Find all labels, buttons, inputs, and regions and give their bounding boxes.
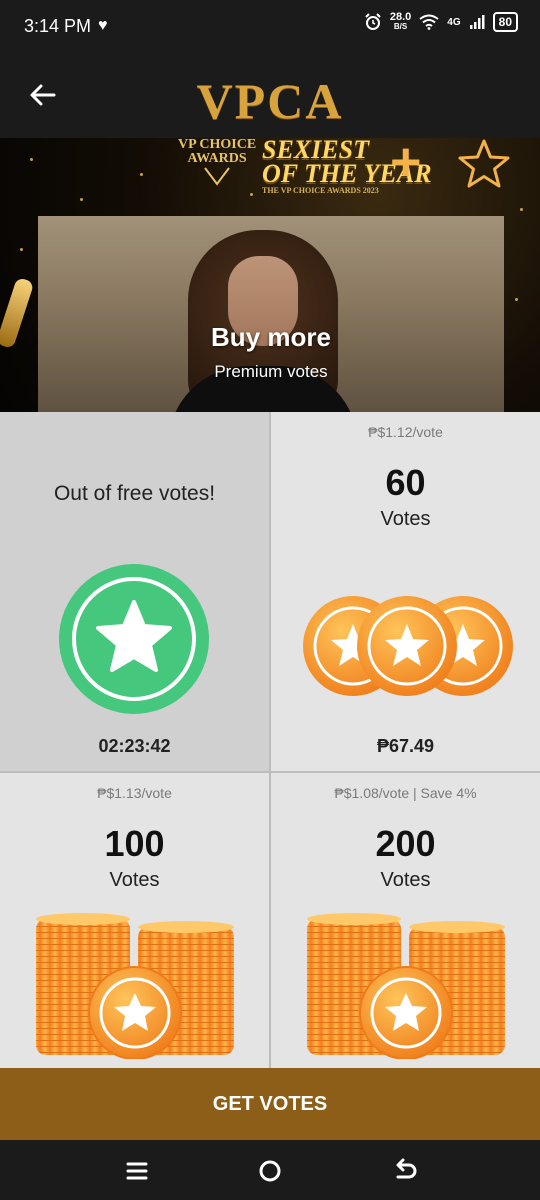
wifi-icon bbox=[419, 14, 439, 30]
free-vote-timer: 02:23:42 bbox=[98, 736, 171, 756]
vote-options-grid: Out of free votes! 02:23:42 ₱$1.12/vote … bbox=[0, 412, 540, 1068]
app-bar: VPCA bbox=[0, 56, 540, 138]
votes-label: Votes bbox=[380, 508, 431, 530]
status-icons: 28.0 B/S 4G 80 bbox=[364, 12, 518, 32]
photo-overlay bbox=[38, 216, 504, 412]
network-speed-unit: B/S bbox=[393, 22, 408, 31]
sparkle bbox=[250, 193, 253, 196]
pack-60-votes[interactable]: ₱$1.12/vote 60 Votes ₱67.49 bbox=[271, 412, 540, 771]
free-vote-star-icon bbox=[59, 564, 209, 714]
pack-100-votes[interactable]: ₱$1.13/vote 100 Votes bbox=[0, 773, 269, 1068]
vote-count: 200 bbox=[375, 823, 436, 864]
network-speed-value: 28.0 bbox=[389, 11, 412, 23]
votes-label: Votes bbox=[109, 869, 160, 891]
buy-more-title: Buy more bbox=[211, 322, 331, 352]
signal-icon bbox=[469, 15, 485, 29]
recent-apps-icon[interactable] bbox=[122, 1156, 152, 1186]
confetti-ribbon bbox=[0, 276, 35, 350]
alarm-icon bbox=[365, 13, 381, 30]
plus-icon: + bbox=[390, 138, 422, 192]
heart-icon: ♥ bbox=[98, 17, 108, 34]
system-nav-bar bbox=[0, 1140, 540, 1200]
coin-stack-icon bbox=[307, 913, 505, 1059]
battery-indicator: 80 bbox=[492, 12, 518, 32]
sparkle bbox=[520, 208, 523, 211]
vote-count: 100 bbox=[104, 823, 165, 864]
sparkle bbox=[140, 173, 143, 176]
out-of-free-votes-label: Out of free votes! bbox=[53, 482, 216, 505]
coin-stack-icon bbox=[36, 913, 234, 1059]
star-outline-icon bbox=[458, 139, 510, 188]
promo-banner: VP CHOICE AWARDS SEXIEST OF THE YEAR THE… bbox=[0, 138, 540, 412]
app-title: VPCA bbox=[196, 73, 344, 129]
network-speed: 28.0 B/S bbox=[390, 12, 411, 32]
award-logo: VP CHOICE AWARDS bbox=[178, 138, 256, 190]
status-bar: 3:14 PM ♥ 28.0 B/S 4G 80 bbox=[0, 0, 540, 56]
award-chevron-icon bbox=[204, 167, 230, 186]
battery-level: 80 bbox=[498, 15, 512, 29]
free-votes-card[interactable]: Out of free votes! 02:23:42 bbox=[0, 412, 269, 771]
votes-label: Votes bbox=[380, 869, 431, 891]
sparkle bbox=[515, 298, 518, 301]
vote-count: 60 bbox=[385, 462, 426, 503]
sparkle bbox=[80, 198, 83, 201]
back-nav-icon[interactable] bbox=[390, 1156, 420, 1186]
pack-price: ₱67.49 bbox=[376, 736, 435, 756]
get-votes-button[interactable]: GET VOTES bbox=[0, 1068, 540, 1140]
nominee-photo: Buy more Premium votes bbox=[38, 216, 504, 412]
premium-votes-subtitle: Premium votes bbox=[214, 362, 328, 381]
three-coins-icon bbox=[303, 596, 513, 696]
per-vote-price: ₱$1.13/vote bbox=[97, 785, 172, 801]
status-time: 3:14 PM bbox=[24, 16, 92, 36]
award-logo-line2: AWARDS bbox=[187, 151, 247, 166]
sparkle bbox=[30, 158, 33, 161]
award-logo-line1: VP CHOICE bbox=[178, 138, 257, 152]
per-vote-price: ₱$1.12/vote bbox=[368, 424, 443, 440]
sparkle bbox=[20, 248, 23, 251]
pack-200-votes[interactable]: ₱$1.08/vote | Save 4% 200 Votes bbox=[271, 773, 540, 1068]
network-type: 4G bbox=[447, 16, 461, 28]
per-vote-price: ₱$1.08/vote | Save 4% bbox=[334, 785, 477, 801]
home-icon[interactable] bbox=[255, 1156, 285, 1186]
